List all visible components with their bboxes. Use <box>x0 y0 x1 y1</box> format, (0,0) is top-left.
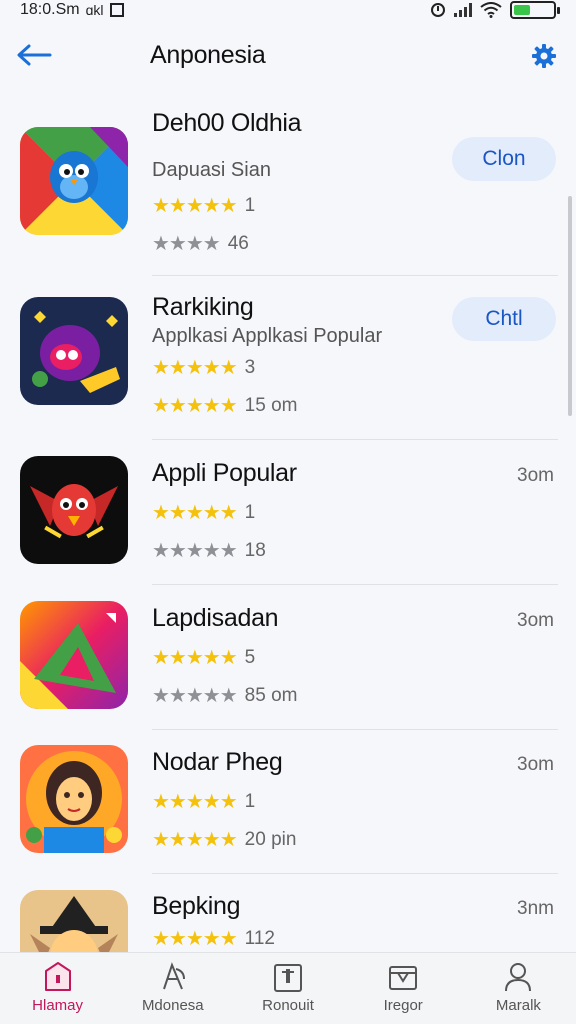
gear-icon <box>532 44 556 68</box>
category-icon <box>389 966 418 990</box>
rating-row: ★★★★★ 1 <box>152 502 255 524</box>
star-rating-icon: ★★★★★ <box>152 502 238 524</box>
gradient-arrow-app-icon[interactable] <box>20 601 128 709</box>
wifi-icon <box>480 2 502 18</box>
nav-item-home[interactable]: Hlamay <box>0 953 115 1024</box>
app-size: 3om <box>517 754 554 775</box>
rating-row: ★★★★★ 18 <box>152 540 266 562</box>
app-name: Rarkiking <box>152 293 254 321</box>
rating-row: ★★★★★ 85 om <box>152 685 297 707</box>
rating-row: ★★★★★ 3 <box>152 357 255 379</box>
signal-icon <box>454 3 472 17</box>
arrow-left-icon <box>17 44 52 66</box>
profile-icon <box>505 963 532 992</box>
list-item[interactable]: Appli Popular ★★★★★ 1 ★★★★★ 18 3om <box>0 441 576 586</box>
rating-row: ★★★★★ 1 <box>152 195 255 217</box>
review-count: 20 pin <box>244 829 297 850</box>
settings-button[interactable] <box>526 38 562 74</box>
alarm-icon <box>431 3 445 17</box>
girl-avatar-app-icon[interactable] <box>20 745 128 853</box>
rating-row: ★★★★★ 5 <box>152 647 255 669</box>
list-item[interactable]: Rarkiking Applkasi Applkasi Popular ★★★★… <box>0 276 576 440</box>
rating-value: 1 <box>244 502 256 523</box>
rating-value: 1 <box>244 195 256 216</box>
nav-item-games[interactable]: Mdonesa <box>115 953 230 1024</box>
character-hat-app-icon[interactable] <box>20 890 128 952</box>
nav-item-apps[interactable]: Ronouit <box>230 953 345 1024</box>
app-name: Bepking <box>152 892 241 920</box>
rating-value: 112 <box>244 928 275 949</box>
star-rating-icon: ★★★★★ <box>152 395 238 417</box>
star-rating-icon: ★★★★★ <box>152 357 238 379</box>
install-button[interactable]: Clon <box>452 137 556 181</box>
nav-label: Mdonesa <box>141 997 204 1014</box>
back-button[interactable] <box>16 37 52 73</box>
divider <box>152 439 558 440</box>
list-item[interactable]: Deh00 Oldhia Dapuasi Sian ★★★★★ 1 ★★★★ 4… <box>0 98 576 276</box>
bottom-navigation: Hlamay Mdonesa Ronouit Iregor Maralk <box>0 952 576 1024</box>
star-rating-icon: ★★★★★ <box>152 791 238 813</box>
rating-row: ★★★★ 46 <box>152 233 249 255</box>
colorful-bird-app-icon[interactable] <box>20 127 128 235</box>
list-item[interactable]: Nodar Pheg ★★★★★ 1 ★★★★★ 20 pin 3om <box>0 730 576 875</box>
app-list: Deh00 Oldhia Dapuasi Sian ★★★★★ 1 ★★★★ 4… <box>0 98 576 952</box>
notification-icon <box>109 3 124 17</box>
page-title: Anponesia <box>150 40 266 69</box>
purple-monster-app-icon[interactable] <box>20 297 128 405</box>
games-icon <box>162 962 185 990</box>
star-rating-icon: ★★★★★ <box>152 928 238 950</box>
rating-value: 1 <box>244 791 256 812</box>
list-item[interactable]: Lapdisadan ★★★★★ 5 ★★★★★ 85 om 3om <box>0 586 576 731</box>
nav-label: Hlamay <box>32 997 84 1014</box>
app-name: Lapdisadan <box>152 604 279 632</box>
nav-label: Maralk <box>495 997 541 1014</box>
app-name: Appli Popular <box>152 459 297 487</box>
app-subtitle: Applkasi Applkasi Popular <box>152 325 383 347</box>
star-rating-icon: ★★★★★ <box>152 647 238 669</box>
status-bar: 18:0.Sm ɑkl <box>0 0 576 20</box>
app-subtitle: Dapuasi Sian <box>152 159 271 181</box>
star-rating-icon: ★★★★★ <box>152 540 238 562</box>
rating-row: ★★★★★ 15 om <box>152 395 297 417</box>
red-dragon-app-icon[interactable] <box>20 456 128 564</box>
star-rating-icon: ★★★★★ <box>152 829 238 851</box>
rating-value: 3 <box>244 357 256 378</box>
nav-label: Ronouit <box>262 997 314 1014</box>
scrollbar[interactable] <box>568 196 572 416</box>
star-rating-icon: ★★★★★ <box>152 195 238 217</box>
app-size: 3om <box>517 465 554 486</box>
rating-row: ★★★★★ 1 <box>152 791 255 813</box>
star-rating-icon: ★★★★★ <box>152 685 238 707</box>
app-size: 3om <box>517 610 554 631</box>
review-count: 15 om <box>244 395 298 416</box>
review-count: 46 <box>227 233 249 254</box>
review-count: 85 om <box>244 685 298 706</box>
nav-label: Iregor <box>383 997 423 1014</box>
status-carrier: ɑkl <box>85 2 104 18</box>
review-count: 18 <box>244 540 266 561</box>
top-app-bar: Anponesia <box>0 26 576 84</box>
nav-item-category[interactable]: Iregor <box>346 953 461 1024</box>
install-button[interactable]: Chtl <box>452 297 556 341</box>
app-name: Deh00 Oldhia <box>152 109 302 137</box>
app-name: Nodar Pheg <box>152 748 283 776</box>
rating-value: 5 <box>244 647 256 668</box>
home-icon <box>44 962 71 991</box>
star-rating-icon: ★★★★ <box>152 233 221 255</box>
rating-row: ★★★★★ 20 pin <box>152 829 296 851</box>
list-item[interactable]: Bepking ★★★★★ 112 3nm <box>0 874 576 952</box>
battery-icon <box>510 1 560 19</box>
status-time: 18:0.Sm <box>20 1 80 18</box>
divider <box>152 584 558 585</box>
nav-item-profile[interactable]: Maralk <box>461 953 576 1024</box>
apps-icon <box>274 964 302 992</box>
rating-row: ★★★★★ 112 <box>152 928 275 950</box>
app-size: 3nm <box>517 898 554 919</box>
